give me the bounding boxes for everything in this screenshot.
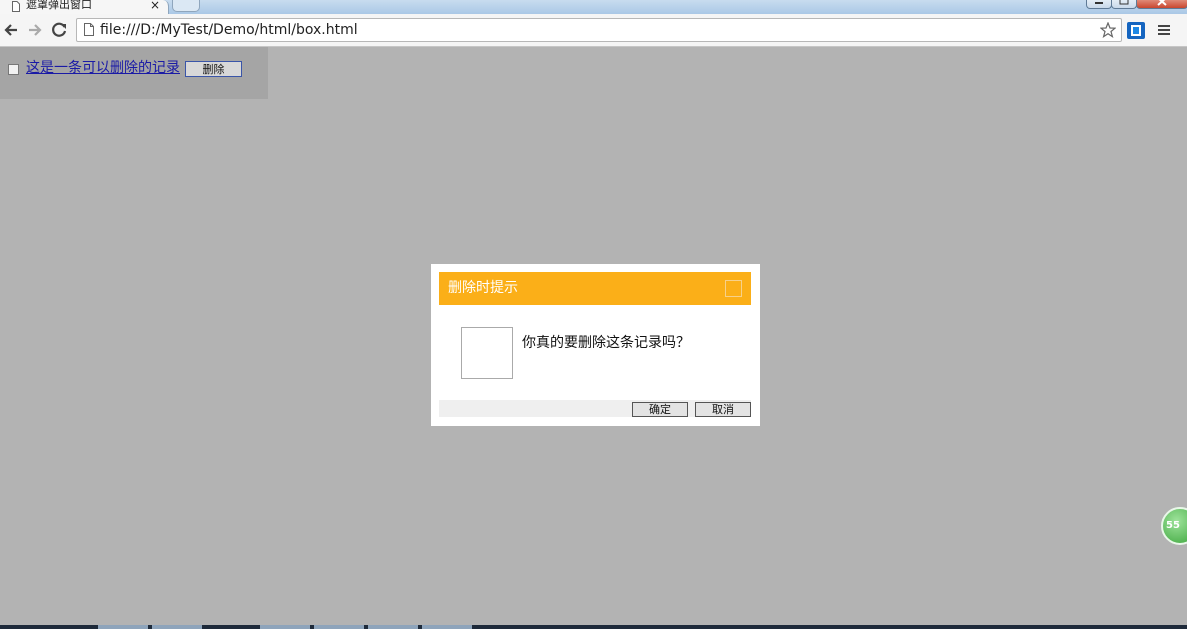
url-text[interactable]: file:///D:/MyTest/Demo/html/box.html	[100, 21, 358, 39]
browser-tab[interactable]: 遮罩弹出窗口 ×	[0, 0, 169, 14]
close-icon	[1157, 0, 1167, 6]
address-bar[interactable]: file:///D:/MyTest/Demo/html/box.html	[76, 18, 1122, 42]
taskbar-item[interactable]	[98, 625, 148, 629]
confirm-dialog: 删除时提示 你真的要删除这条记录吗？ 确定 取消	[431, 264, 760, 426]
dialog-close-icon[interactable]	[725, 280, 742, 297]
dialog-footer: 确定 取消	[439, 400, 751, 417]
cancel-button[interactable]: 取消	[695, 402, 751, 417]
taskbar-item[interactable]	[314, 625, 364, 629]
new-tab-button[interactable]	[172, 0, 200, 12]
extension-icon[interactable]	[1127, 22, 1145, 39]
reload-icon[interactable]	[51, 22, 69, 38]
maximize-button[interactable]	[1111, 0, 1137, 9]
taskbar-item[interactable]	[152, 625, 202, 629]
ok-button[interactable]: 确定	[632, 402, 688, 417]
taskbar	[0, 625, 1187, 629]
menu-icon[interactable]	[1157, 24, 1171, 36]
dialog-header: 删除时提示	[439, 272, 751, 305]
back-arrow-icon[interactable]	[2, 22, 20, 38]
page-icon	[84, 23, 94, 36]
window-close-button[interactable]	[1136, 0, 1187, 9]
floating-badge-label: 55	[1166, 520, 1180, 531]
minimize-button[interactable]	[1086, 0, 1112, 9]
forward-arrow-icon[interactable]	[26, 22, 44, 38]
tab-close-icon[interactable]: ×	[150, 0, 160, 12]
record-link[interactable]: 这是一条可以删除的记录	[26, 59, 180, 77]
dialog-message: 你真的要删除这条记录吗？	[522, 335, 690, 351]
dialog-image-placeholder	[461, 327, 513, 379]
record-checkbox[interactable]	[8, 64, 19, 75]
delete-button[interactable]: 删除	[185, 61, 242, 77]
record-row: 这是一条可以删除的记录 删除	[0, 47, 268, 99]
minimize-icon	[1095, 2, 1103, 4]
taskbar-item[interactable]	[368, 625, 418, 629]
page-icon	[12, 1, 20, 12]
bookmark-star-icon[interactable]	[1100, 22, 1116, 38]
taskbar-item[interactable]	[260, 625, 310, 629]
dialog-title: 删除时提示	[448, 280, 518, 296]
taskbar-item[interactable]	[422, 625, 472, 629]
browser-toolbar: file:///D:/MyTest/Demo/html/box.html	[0, 14, 1187, 47]
tab-strip: 遮罩弹出窗口 ×	[0, 0, 1187, 14]
floating-badge[interactable]: 55	[1161, 507, 1187, 545]
tab-title: 遮罩弹出窗口	[26, 0, 92, 11]
restore-icon	[1119, 0, 1129, 5]
